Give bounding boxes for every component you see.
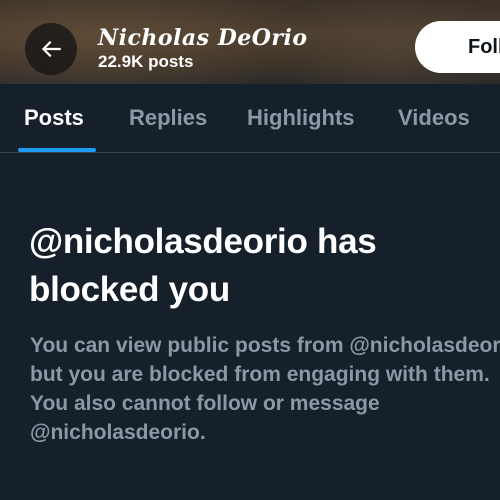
profile-name: Nicholas DeOrio bbox=[98, 25, 308, 51]
profile-header: Nicholas DeOrio 22.9K posts Follow bbox=[0, 0, 500, 84]
active-tab-indicator bbox=[18, 148, 96, 152]
blocked-message: You can view public posts from @nicholas… bbox=[30, 331, 500, 447]
profile-tabs: Posts Replies Highlights Videos bbox=[0, 84, 500, 153]
blocked-title: @nicholasdeorio has blocked you bbox=[29, 222, 377, 309]
tab-posts[interactable]: Posts bbox=[24, 105, 84, 131]
tab-replies[interactable]: Replies bbox=[129, 105, 207, 131]
tab-highlights[interactable]: Highlights bbox=[247, 105, 355, 131]
profile-title-block: Nicholas DeOrio 22.9K posts bbox=[98, 25, 308, 72]
blocked-message-line: but you are blocked from engaging with t… bbox=[30, 363, 490, 386]
back-button[interactable] bbox=[25, 23, 77, 75]
tab-videos[interactable]: Videos bbox=[398, 105, 470, 131]
post-count: 22.9K posts bbox=[98, 52, 194, 71]
follow-button[interactable]: Follow bbox=[415, 21, 500, 73]
blocked-message-line: You can view public posts from @nicholas… bbox=[30, 334, 500, 357]
profile-page: Nicholas DeOrio 22.9K posts Follow Posts… bbox=[0, 0, 500, 500]
arrow-left-icon bbox=[41, 40, 61, 58]
blocked-message-line: You also cannot follow or message bbox=[30, 392, 380, 415]
blocked-message-line: @nicholasdeorio. bbox=[30, 421, 206, 444]
